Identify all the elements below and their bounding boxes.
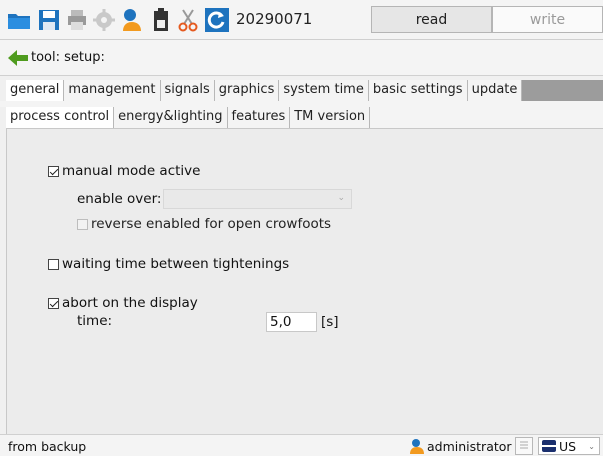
save-icon[interactable] bbox=[36, 6, 62, 34]
breadcrumb: tool: setup: bbox=[0, 40, 603, 76]
tab-features[interactable]: features bbox=[227, 107, 291, 128]
read-button[interactable]: read bbox=[371, 6, 492, 33]
enable-over-row: enable over: bbox=[77, 191, 161, 207]
waiting-row: waiting time between tightenings bbox=[48, 256, 289, 272]
gear-icon[interactable] bbox=[91, 6, 117, 34]
enable-over-label: enable over: bbox=[77, 191, 162, 207]
chevron-down-icon: ⌄ bbox=[337, 193, 345, 203]
user-icon[interactable] bbox=[119, 6, 145, 34]
waiting-checkbox[interactable] bbox=[48, 258, 59, 270]
flag-icon bbox=[542, 440, 556, 452]
language-select[interactable]: US ⌄ bbox=[538, 437, 600, 455]
tab-system-time[interactable]: system time bbox=[279, 80, 369, 101]
manual-mode-label: manual mode active bbox=[62, 163, 201, 179]
refresh-icon[interactable] bbox=[204, 6, 230, 34]
time-unit-row: [s] bbox=[321, 314, 339, 330]
tab-tm-version[interactable]: TM version bbox=[290, 107, 371, 128]
write-button[interactable]: write bbox=[492, 6, 603, 33]
enable-over-select[interactable]: ⌄ bbox=[163, 189, 352, 209]
abort-label: abort on the display bbox=[62, 295, 198, 311]
tab-general[interactable]: general bbox=[6, 80, 65, 101]
time-unit: [s] bbox=[321, 314, 339, 330]
tab-graphics[interactable]: graphics bbox=[214, 80, 280, 101]
toolbar: 20290071 read write bbox=[0, 0, 603, 40]
print-icon[interactable] bbox=[64, 6, 90, 34]
language-label: US bbox=[559, 438, 577, 454]
manual-mode-row: manual mode active bbox=[48, 163, 200, 179]
abort-row: abort on the display bbox=[48, 295, 198, 311]
scissors-icon[interactable] bbox=[175, 6, 201, 34]
document-icon[interactable] bbox=[515, 437, 533, 455]
battery-icon[interactable] bbox=[148, 6, 174, 34]
tab-process-control[interactable]: process control bbox=[6, 107, 115, 128]
primary-tab-bar: general management signals graphics syst… bbox=[6, 80, 603, 101]
reverse-checkbox[interactable] bbox=[77, 218, 88, 230]
time-row: time: bbox=[77, 313, 112, 329]
user-indicator: administrator bbox=[409, 438, 512, 454]
tab-signals[interactable]: signals bbox=[160, 80, 215, 101]
abort-checkbox[interactable] bbox=[48, 297, 59, 309]
status-bar: from backup administrator US ⌄ bbox=[0, 434, 603, 456]
tab-update[interactable]: update bbox=[467, 80, 523, 101]
secondary-tab-bar: process control energy&lighting features… bbox=[6, 107, 603, 128]
waiting-label: waiting time between tightenings bbox=[62, 256, 290, 272]
tab-basic-settings[interactable]: basic settings bbox=[368, 80, 468, 101]
reverse-label: reverse enabled for open crowfoots bbox=[91, 216, 332, 232]
record-id: 20290071 bbox=[236, 10, 313, 28]
manual-mode-checkbox[interactable] bbox=[48, 165, 59, 177]
back-arrow-icon[interactable] bbox=[8, 48, 28, 68]
folder-icon[interactable] bbox=[6, 6, 32, 34]
tab-energy-lighting[interactable]: energy&lighting bbox=[114, 107, 228, 128]
time-input[interactable]: 5,0 bbox=[266, 312, 317, 332]
status-text: from backup bbox=[8, 439, 87, 454]
tab-management[interactable]: management bbox=[64, 80, 161, 101]
time-label: time: bbox=[77, 313, 113, 329]
chevron-down-icon: ⌄ bbox=[588, 441, 595, 451]
user-name: administrator bbox=[427, 438, 512, 454]
reverse-row: reverse enabled for open crowfoots bbox=[77, 216, 331, 232]
breadcrumb-text: tool: setup: bbox=[31, 50, 105, 65]
user-icon bbox=[410, 439, 424, 454]
